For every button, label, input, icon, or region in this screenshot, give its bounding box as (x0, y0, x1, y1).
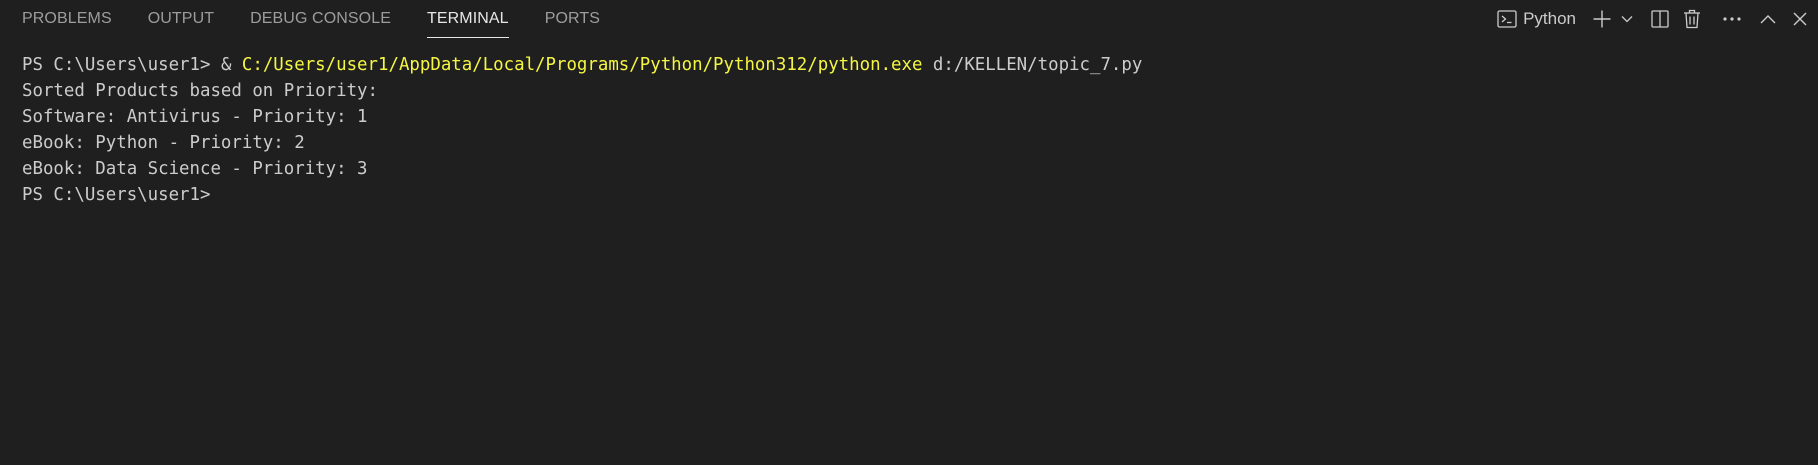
panel-actions: Python (1497, 0, 1818, 38)
panel-tabs: PROBLEMS OUTPUT DEBUG CONSOLE TERMINAL P… (22, 0, 636, 38)
launch-profile-dropdown[interactable] (1618, 3, 1636, 35)
close-panel-button[interactable] (1784, 3, 1816, 35)
tab-ports[interactable]: PORTS (545, 0, 600, 38)
terminal-name: Python (1523, 9, 1576, 28)
tab-problems[interactable]: PROBLEMS (22, 0, 112, 38)
command-line: PS C:\Users\user1> & C:/Users/user1/AppD… (22, 52, 1142, 78)
output-line: Software: Antivirus - Priority: 1 (22, 107, 368, 127)
final-prompt: PS C:\Users\user1> (22, 185, 211, 205)
prompt-text: PS C:\Users\user1> (22, 55, 221, 75)
trash-icon (1683, 9, 1701, 29)
terminal-output[interactable]: PS C:\Users\user1> & C:/Users/user1/AppD… (22, 52, 1142, 208)
close-icon (1792, 11, 1808, 27)
tab-output[interactable]: OUTPUT (148, 0, 214, 38)
more-icon (1722, 16, 1742, 22)
more-actions-button[interactable] (1716, 3, 1748, 35)
split-icon (1651, 10, 1669, 28)
terminal-selector[interactable]: Python (1497, 9, 1576, 29)
terminal-icon (1497, 10, 1517, 28)
output-line: Sorted Products based on Priority: (22, 81, 378, 101)
kill-terminal-button[interactable] (1676, 3, 1708, 35)
split-terminal-button[interactable] (1644, 3, 1676, 35)
output-line: eBook: Python - Priority: 2 (22, 133, 305, 153)
output-line: eBook: Data Science - Priority: 3 (22, 159, 368, 179)
plus-icon (1592, 9, 1612, 29)
chevron-down-icon (1621, 15, 1633, 23)
tab-debug-console[interactable]: DEBUG CONSOLE (250, 0, 391, 38)
maximize-panel-button[interactable] (1752, 3, 1784, 35)
command-argument: d:/KELLEN/topic_7.py (922, 55, 1143, 75)
command-executable: C:/Users/user1/AppData/Local/Programs/Py… (241, 55, 923, 75)
tab-terminal[interactable]: TERMINAL (426, 0, 509, 38)
new-terminal-button[interactable] (1586, 3, 1618, 35)
chevron-up-icon (1760, 14, 1776, 24)
command-ampersand: & (220, 55, 242, 75)
panel-header: PROBLEMS OUTPUT DEBUG CONSOLE TERMINAL P… (0, 0, 1818, 38)
